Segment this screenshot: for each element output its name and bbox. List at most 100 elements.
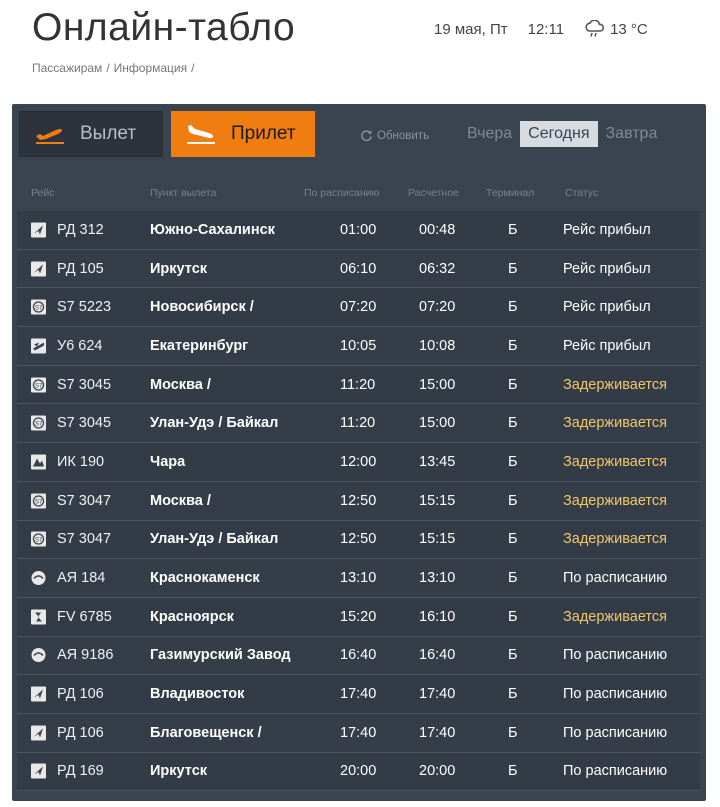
tab-today[interactable]: Сегодня <box>520 121 598 147</box>
flight-number: У6 624 <box>57 337 103 354</box>
estimated-time: 10:08 <box>419 337 456 354</box>
flight-list: РД 312 Южно-Сахалинск 01:00 00:48 Б Рейс приб… <box>17 211 700 792</box>
origin-city: Южно-Сахалинск <box>150 221 275 238</box>
origin-city: Новосибирск / <box>150 299 254 316</box>
scheduled-time: 01:00 <box>340 221 377 238</box>
terminal: Б <box>508 686 518 703</box>
origin-city: Владивосток <box>150 686 245 703</box>
origin-city: Красноярск <box>150 608 234 625</box>
s7-airline-icon: S7 <box>31 531 46 547</box>
cloud-rain-icon <box>585 20 605 37</box>
svg-text:S7: S7 <box>35 306 43 312</box>
s7-airline-icon: S7 <box>31 415 46 431</box>
flight-row[interactable]: РД 105 Иркутск 06:10 06:32 Б Рейс прибыл <box>17 249 700 289</box>
scheduled-time: 11:20 <box>340 415 376 432</box>
tab-arrivals[interactable]: Прилет <box>171 111 315 157</box>
estimated-time: 06:32 <box>419 260 456 277</box>
terminal: Б <box>508 570 518 587</box>
flight-status: По расписанию <box>563 647 668 664</box>
estimated-time: 16:10 <box>419 608 456 625</box>
terminal: Б <box>508 221 518 238</box>
flight-row[interactable]: РД 106 Благовещенск / 17:40 17:40 Б По распис… <box>17 713 700 753</box>
estimated-time: 13:10 <box>419 570 456 587</box>
tab-tomorrow[interactable]: Завтра <box>598 121 666 147</box>
col-header-terminal: Терминал <box>486 187 535 199</box>
rd-airline-icon <box>31 763 46 779</box>
flight-status: Рейс прибыл <box>563 260 651 277</box>
current-date: 19 мая, Пт <box>434 20 508 38</box>
flight-row[interactable]: АЯ 184 Краснокаменск 13:10 13:10 Б По расписа… <box>17 559 700 598</box>
terminal: Б <box>508 492 518 509</box>
breadcrumb-separator: / <box>191 61 195 75</box>
flight-row[interactable]: S7 S7 3047 Улан-Удэ / Байкал 12:50 15:15 Б Зад… <box>17 520 700 560</box>
flight-status: Задерживается <box>563 376 667 393</box>
terminal: Б <box>508 531 518 548</box>
breadcrumb: Пассажирам / Информация / <box>32 61 198 75</box>
scheduled-time: 12:00 <box>340 453 377 470</box>
flight-row[interactable]: S7 S7 3045 Улан-Удэ / Байкал 11:20 15:00 Б Зад… <box>17 404 700 444</box>
flight-status: По расписанию <box>563 763 668 780</box>
rd-airline-icon <box>31 222 46 238</box>
flight-row[interactable]: ИК 190 Чара 12:00 13:45 Б Задерживается <box>17 443 700 482</box>
scheduled-time: 10:05 <box>340 337 377 354</box>
flight-number: S7 3047 <box>57 492 112 509</box>
flight-number: АЯ 9186 <box>57 647 114 664</box>
flight-status: Рейс прибыл <box>563 299 651 316</box>
tab-departures[interactable]: Вылет <box>19 111 163 157</box>
refresh-icon <box>361 130 372 142</box>
flight-row[interactable]: S7 S7 5223 Новосибирск / 07:20 07:20 Б Рейс пр… <box>17 288 700 328</box>
scheduled-time: 12:50 <box>340 492 377 509</box>
scheduled-time: 20:00 <box>340 763 377 780</box>
tab-yesterday[interactable]: Вчера <box>459 121 520 147</box>
header-info: 19 мая, Пт 12:11 13 °C <box>434 20 648 38</box>
current-time: 12:11 <box>527 20 565 38</box>
col-header-status: Статус <box>565 187 599 199</box>
origin-city: Москва / <box>150 492 211 509</box>
scheduled-time: 06:10 <box>340 260 377 277</box>
refresh-label: Обновить <box>377 129 430 142</box>
plane-takeoff-icon <box>34 124 66 144</box>
flight-row[interactable]: РД 312 Южно-Сахалинск 01:00 00:48 Б Рейс приб… <box>17 211 700 250</box>
aya-airline-icon <box>31 571 46 586</box>
breadcrumb-passengers[interactable]: Пассажирам <box>32 61 102 75</box>
svg-text:S7: S7 <box>35 499 43 505</box>
terminal: Б <box>508 337 518 354</box>
refresh-button[interactable]: Обновить <box>360 129 429 142</box>
origin-city: Улан-Удэ / Байкал <box>150 415 279 432</box>
estimated-time: 00:48 <box>419 221 456 238</box>
terminal: Б <box>508 647 518 664</box>
s7-airline-icon: S7 <box>31 493 46 509</box>
breadcrumb-information[interactable]: Информация <box>114 61 187 75</box>
aya-airline-icon <box>31 648 46 663</box>
svg-text:S7: S7 <box>35 538 43 544</box>
tab-arrivals-label: Прилет <box>231 123 296 144</box>
estimated-time: 16:40 <box>419 647 456 664</box>
weather: 13 °C <box>584 20 648 38</box>
page-title: Онлайн-табло <box>32 6 296 49</box>
flight-row[interactable]: РД 106 Владивосток 17:40 17:40 Б По расписани… <box>17 675 700 714</box>
flight-status: Задерживается <box>563 608 667 625</box>
flight-board: Вылет Прилет Обновить Вчера Сегодня Завт… <box>12 104 706 801</box>
flight-status: Задерживается <box>563 453 667 470</box>
flight-row[interactable]: РД 169 Иркутск 20:00 20:00 Б По расписанию <box>17 752 700 792</box>
flight-row[interactable]: FV 6785 Красноярск 15:20 16:10 Б Задерживаетс… <box>17 597 700 637</box>
flight-row[interactable]: АЯ 9186 Газимурский Завод 16:40 16:40 Б По ра… <box>17 636 700 676</box>
estimated-time: 17:40 <box>419 686 456 703</box>
flight-row[interactable]: У6 624 Екатеринбург 10:05 10:08 Б Рейс прибыл <box>17 327 700 366</box>
scheduled-time: 15:20 <box>340 608 377 625</box>
origin-city: Москва / <box>150 376 211 393</box>
tab-departures-label: Вылет <box>80 123 137 144</box>
flight-row[interactable]: S7 S7 3047 Москва / 12:50 15:15 Б Задерживаетс… <box>17 481 700 521</box>
column-headers: Рейс Пункт вылета По расписанию Расчетно… <box>12 187 706 203</box>
terminal: Б <box>508 763 518 780</box>
flight-number: FV 6785 <box>57 608 112 625</box>
estimated-time: 17:40 <box>419 724 456 741</box>
origin-city: Краснокаменск <box>150 570 260 587</box>
col-header-flight: Рейс <box>31 187 55 199</box>
rd-airline-icon <box>31 261 46 277</box>
terminal: Б <box>508 376 518 393</box>
flight-status: По расписанию <box>563 686 668 703</box>
flight-row[interactable]: S7 S7 3045 Москва / 11:20 15:00 Б Задерживаетс… <box>17 365 700 405</box>
fv-airline-icon <box>31 609 46 625</box>
estimated-time: 13:45 <box>419 453 456 470</box>
